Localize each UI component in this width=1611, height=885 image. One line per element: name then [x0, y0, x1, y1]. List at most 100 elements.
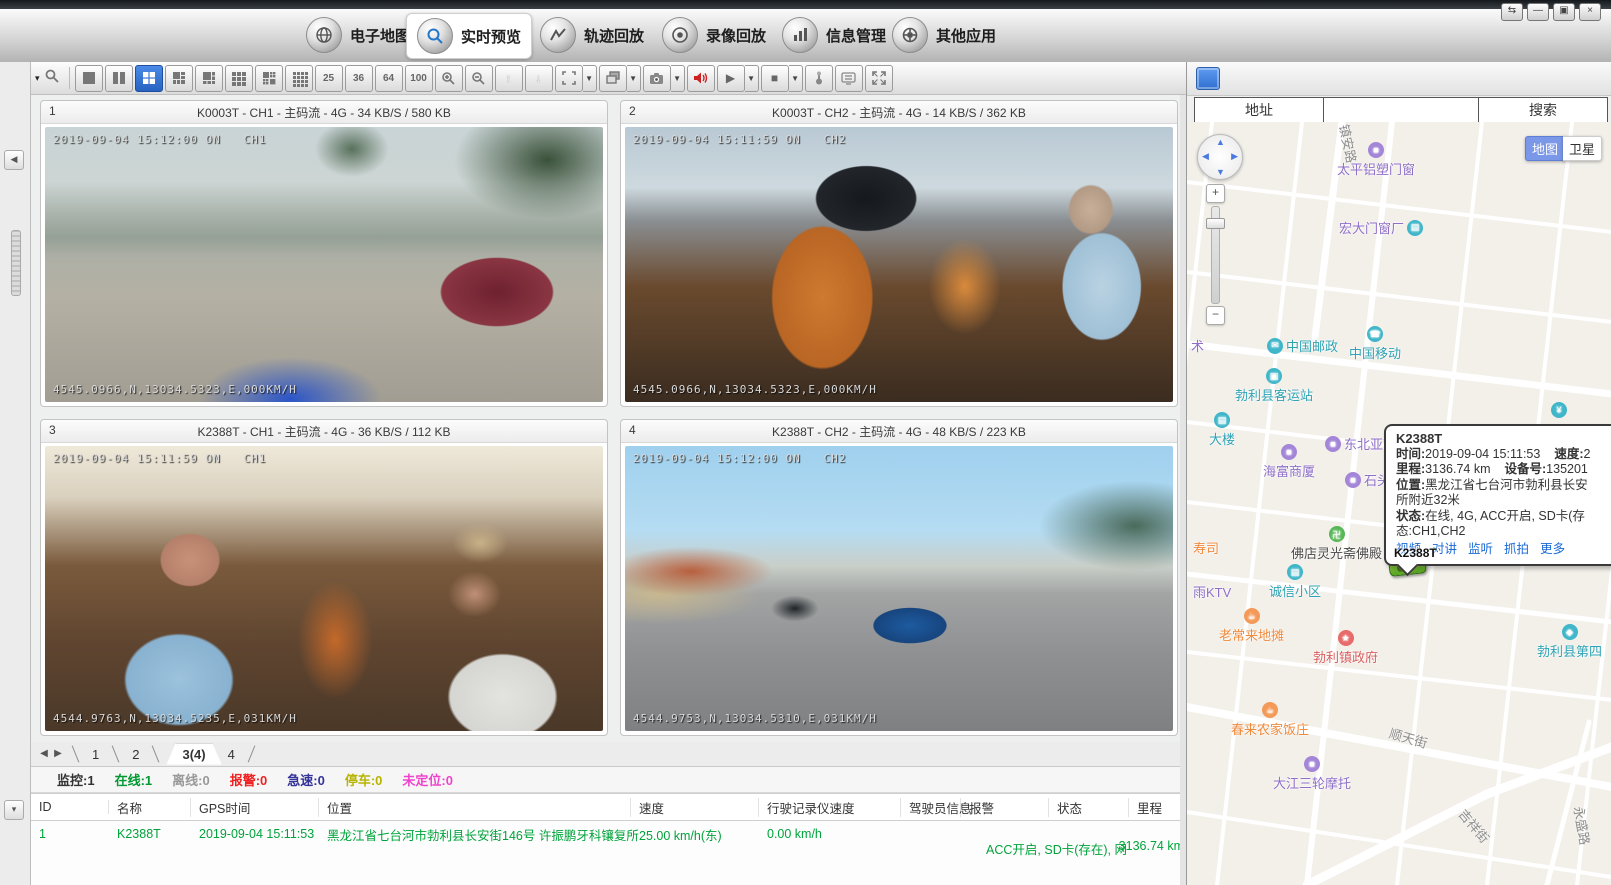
window-mode-button[interactable] — [599, 65, 627, 92]
map-zoom-handle[interactable] — [1206, 218, 1225, 229]
layout-64-button[interactable]: 64 — [375, 65, 403, 92]
tab-page-2[interactable]: 2 — [126, 745, 145, 764]
nav-info-management[interactable]: 信息管理 — [772, 13, 896, 57]
map-poi[interactable]: 寿司 — [1193, 538, 1219, 557]
vehicle-table-row[interactable]: 1 K2388T 2019-09-04 15:11:53 黑龙江省七台河市勃利县… — [31, 821, 1186, 847]
popup-link-snapshot[interactable]: 抓拍 — [1504, 542, 1529, 558]
popup-link-listen[interactable]: 监听 — [1468, 542, 1493, 558]
col-driver-info[interactable]: 驾驶员信息 — [901, 798, 961, 817]
layout-25-button[interactable]: 25 — [315, 65, 343, 92]
tab-page-3-active[interactable]: 3(4) — [166, 744, 221, 765]
map-zoom-in-button[interactable]: + — [1206, 184, 1225, 203]
map-poi[interactable]: ■大江三轮摩托 — [1273, 756, 1351, 792]
rail-collapse-button[interactable]: ◀ — [4, 150, 24, 170]
col-gps-time[interactable]: GPS时间 — [191, 798, 319, 817]
col-location[interactable]: 位置 — [319, 798, 631, 817]
col-alarm[interactable]: 报警 — [961, 798, 1049, 817]
video-feed-1[interactable]: 2019-09-04 15:12:00 ON CH1 4545.0966,N,1… — [45, 127, 603, 402]
map-zoom-out-button[interactable]: − — [1206, 306, 1225, 325]
layout-9-button[interactable] — [225, 65, 253, 92]
col-name[interactable]: 名称 — [109, 798, 191, 817]
search-button[interactable]: 搜索 — [1478, 98, 1607, 122]
col-speed[interactable]: 速度 — [631, 798, 759, 817]
map-poi[interactable]: ★勃利镇政府 — [1313, 630, 1378, 666]
map-poi[interactable]: ▤诚信小区 — [1269, 564, 1321, 600]
popup-link-more[interactable]: 更多 — [1540, 542, 1565, 558]
layout-36-button[interactable]: 36 — [345, 65, 373, 92]
window-mode-caret[interactable]: ▼ — [627, 65, 641, 92]
rail-dropdown-button[interactable]: ▾ — [4, 800, 24, 820]
nav-live-preview[interactable]: 实时预览 — [406, 13, 532, 59]
video-panel-2[interactable]: 2 K0003T - CH2 - 主码流 - 4G - 14 KB/S / 36… — [620, 100, 1178, 407]
zoom-out-button[interactable] — [465, 65, 493, 92]
video-panel-3[interactable]: 3 K2388T - CH1 - 主码流 - 4G - 36 KB/S / 11… — [40, 419, 608, 736]
map-poi[interactable]: ◆勃利县第四 — [1537, 624, 1602, 660]
nav-video-playback[interactable]: 录像回放 — [652, 13, 776, 57]
layout-1-button[interactable] — [75, 65, 103, 92]
ptz-button[interactable] — [805, 65, 833, 92]
tab-next-icon[interactable]: ▶ — [51, 746, 65, 762]
nav-other-apps[interactable]: 其他应用 — [882, 13, 1006, 57]
tab-page-1[interactable]: 1 — [86, 745, 105, 764]
page-down-button[interactable]: ↓ — [525, 65, 553, 92]
map-pan-control[interactable]: ▲ ▼ ◀ ▶ — [1197, 134, 1243, 180]
map-poi[interactable]: ■太平铝塑门窗 — [1337, 142, 1415, 178]
play-button[interactable]: ▶ — [717, 65, 745, 92]
io-monitor-button[interactable] — [835, 65, 863, 92]
tab-page-4[interactable]: 4 — [222, 745, 241, 764]
window-restore-button[interactable]: ▣ — [1553, 3, 1575, 21]
stop-caret[interactable]: ▼ — [789, 65, 803, 92]
pan-right-icon[interactable]: ▶ — [1231, 151, 1238, 162]
filter-caret-icon[interactable]: ▾ — [35, 73, 40, 84]
video-feed-2[interactable]: 2019-09-04 15:11:59 ON CH2 4545.0966,N,1… — [625, 127, 1173, 402]
address-type-selector[interactable]: 地址 — [1195, 98, 1324, 122]
map-poi[interactable]: ■海富商厦 — [1263, 444, 1315, 480]
map-canvas[interactable]: 镇安路 顺天街 吉祥街 永盛路 ■太平铝塑门窗 宏大门窗厂▤ 术 ✉中国邮政 ☎… — [1187, 122, 1611, 885]
window-switch-button[interactable]: ⇆ — [1501, 3, 1523, 21]
pan-left-icon[interactable]: ◀ — [1202, 151, 1209, 162]
nav-electronic-map[interactable]: 电子地图 — [296, 13, 420, 57]
window-minimize-button[interactable]: — — [1527, 3, 1549, 21]
video-feed-4[interactable]: 2019-09-04 15:12:00 ON CH2 4544.9753,N,1… — [625, 446, 1173, 731]
window-close-button[interactable]: × — [1579, 3, 1601, 21]
col-state[interactable]: 状态 — [1049, 798, 1129, 817]
toolbar-search-icon[interactable] — [44, 68, 60, 89]
fullscreen-button[interactable] — [865, 65, 893, 92]
audio-button[interactable] — [687, 65, 715, 92]
video-panel-1[interactable]: 1 K0003T - CH1 - 主码流 - 4G - 34 KB/S / 58… — [40, 100, 608, 407]
layout-16-button[interactable] — [285, 65, 313, 92]
map-poi[interactable]: ▣勃利县客运站 — [1235, 368, 1313, 404]
video-feed-3[interactable]: 2019-09-04 15:11:59 ON CH1 4544.9763,N,1… — [45, 446, 603, 731]
pan-down-icon[interactable]: ▼ — [1216, 167, 1225, 177]
col-id[interactable]: ID — [31, 800, 109, 814]
map-poi[interactable]: ▤大楼 — [1209, 412, 1235, 448]
page-up-button[interactable]: ↑ — [495, 65, 523, 92]
map-poi[interactable]: ¥ — [1551, 402, 1567, 418]
layer-satellite-button[interactable]: 卫星 — [1563, 136, 1602, 161]
col-mileage[interactable]: 里程 — [1129, 798, 1186, 817]
layout-100-button[interactable]: 100 — [405, 65, 433, 92]
map-poi[interactable]: 术 — [1191, 336, 1204, 355]
pan-up-icon[interactable]: ▲ — [1216, 137, 1225, 147]
aspect-ratio-button[interactable] — [555, 65, 583, 92]
layout-8-button[interactable] — [195, 65, 223, 92]
map-poi[interactable]: ✉中国邮政 — [1267, 336, 1338, 355]
map-poi[interactable]: 雨KTV — [1193, 582, 1231, 601]
tab-prev-icon[interactable]: ◀ — [37, 746, 51, 762]
layout-6-button[interactable] — [165, 65, 193, 92]
stop-button[interactable]: ■ — [761, 65, 789, 92]
rail-splitter-grip[interactable] — [11, 230, 21, 296]
snapshot-caret[interactable]: ▼ — [671, 65, 685, 92]
layout-2-button[interactable] — [105, 65, 133, 92]
map-poi[interactable]: 卍佛店灵光斋佛殿 — [1291, 526, 1382, 562]
address-search-input[interactable] — [1324, 98, 1478, 122]
aspect-ratio-caret[interactable]: ▼ — [583, 65, 597, 92]
snapshot-button[interactable] — [643, 65, 671, 92]
map-poi[interactable]: ☎中国移动 — [1349, 326, 1401, 362]
map-poi[interactable]: ☕春来农家饭庄 — [1231, 702, 1309, 738]
col-recorder-speed[interactable]: 行驶记录仪速度 — [759, 798, 901, 817]
layer-map-button[interactable]: 地图 — [1525, 136, 1565, 161]
nav-track-playback[interactable]: 轨迹回放 — [530, 13, 654, 57]
layout-13-button[interactable] — [255, 65, 283, 92]
zoom-in-button[interactable] — [435, 65, 463, 92]
